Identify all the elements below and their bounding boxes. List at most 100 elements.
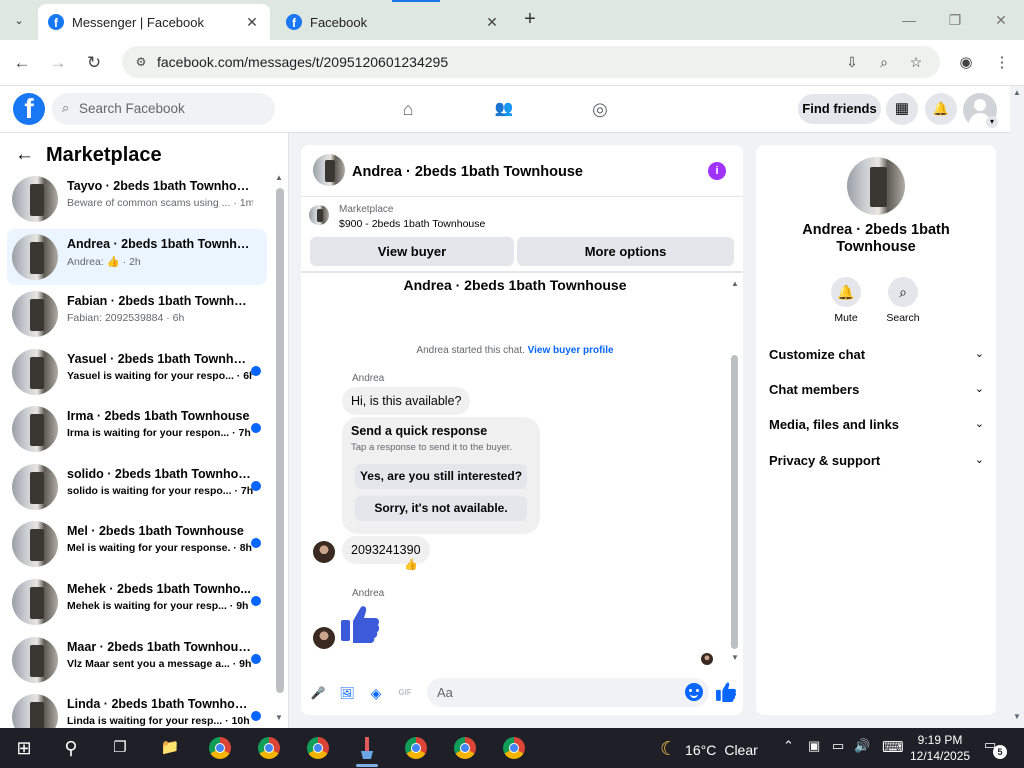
facebook-search-box[interactable]: ⌕ Search Facebook [52, 93, 275, 125]
tab-close-icon[interactable]: ✕ [484, 14, 500, 31]
mute-action[interactable]: 🔔 Mute [824, 277, 868, 324]
sender-avatar[interactable] [313, 627, 335, 649]
chrome-profile-icon[interactable] [307, 737, 329, 759]
conversation-item-selected[interactable]: Andrea · 2beds 1bath Townhouse Andrea: 👍… [7, 229, 267, 285]
view-buyer-button[interactable]: View buyer [310, 237, 514, 266]
profile-icon[interactable]: ◉ [955, 52, 977, 74]
meet-icon[interactable]: ▣ [808, 738, 820, 754]
quick-reply-interested-button[interactable]: Yes, are you still interested? [355, 464, 527, 489]
image-icon[interactable]: 🖼 [338, 684, 356, 702]
task-view-icon[interactable]: ❐ [107, 736, 133, 760]
tab-search-icon[interactable]: ⌄ [6, 8, 32, 32]
chat-title[interactable]: Andrea · 2beds 1bath Townhouse [352, 164, 583, 180]
thumbs-up-reaction-icon[interactable]: 👍 [404, 558, 418, 571]
chat-scrollbar[interactable] [731, 355, 738, 649]
sticker-icon[interactable]: ◈ [367, 684, 385, 702]
microphone-icon[interactable]: 🎤 [309, 684, 327, 702]
minimize-icon[interactable]: — [894, 8, 924, 32]
send-like-icon[interactable] [715, 681, 737, 703]
zoom-icon[interactable]: ⌕ [874, 52, 894, 72]
site-info-icon[interactable]: ⚙ [132, 53, 150, 71]
sender-avatar[interactable] [313, 541, 335, 563]
mute-bell-icon[interactable]: 🔔 [831, 277, 861, 307]
conversation-item[interactable]: Maar · 2beds 1bath Townhouse Vlz Maar se… [7, 632, 267, 688]
groups-icon[interactable]: ◎ [587, 96, 613, 122]
tab-messenger[interactable]: f Messenger | Facebook ✕ [38, 4, 270, 40]
chrome-profile-icon[interactable] [503, 737, 525, 759]
conversation-item[interactable]: Mehek · 2beds 1bath Townho... Mehek is w… [7, 574, 267, 630]
page-scrollbar[interactable]: ▲ ▼ [1010, 86, 1024, 728]
page-scroll-up-icon[interactable]: ▲ [1013, 88, 1021, 97]
new-tab-button[interactable]: + [518, 8, 542, 32]
page-scroll-down-icon[interactable]: ▼ [1013, 712, 1021, 721]
windows-start-icon[interactable]: ⊞ [11, 736, 37, 760]
chrome-profile-icon[interactable] [258, 737, 280, 759]
conversation-item[interactable]: solido · 2beds 1bath Townhouse solido is… [7, 459, 267, 515]
search-action[interactable]: ⌕ Search [881, 277, 925, 324]
restore-icon[interactable]: ❐ [940, 8, 970, 32]
chrome-profile-icon[interactable] [209, 737, 231, 759]
sidebar-scrollbar[interactable] [276, 188, 284, 693]
view-buyer-profile-link[interactable]: View buyer profile [528, 345, 614, 356]
gif-icon[interactable]: GIF [396, 684, 414, 702]
quick-reply-not-available-button[interactable]: Sorry, it's not available. [355, 496, 527, 521]
chat-scroll-down-icon[interactable]: ▼ [731, 653, 739, 662]
file-explorer-icon[interactable]: 📁 [157, 736, 183, 760]
chat-members-section[interactable]: Chat members ⌄ [769, 380, 984, 400]
conversation-item[interactable]: Fabian · 2beds 1bath Townhouse Fabian: 2… [7, 286, 267, 342]
chrome-profile-icon[interactable] [454, 737, 476, 759]
back-arrow-icon[interactable]: ← [15, 144, 34, 166]
bookmark-star-icon[interactable]: ☆ [906, 52, 926, 72]
tray-chevron-icon[interactable]: ⌃ [783, 738, 794, 754]
tab-facebook[interactable]: f Facebook ✕ [276, 4, 510, 40]
browser-menu-icon[interactable]: ⋮ [991, 52, 1013, 74]
menu-grid-icon[interactable]: ▦ [886, 93, 918, 125]
search-icon[interactable]: ⌕ [888, 277, 918, 307]
back-icon[interactable]: ← [9, 50, 35, 76]
friends-icon[interactable]: 👥 [491, 96, 517, 122]
more-options-button[interactable]: More options [517, 237, 734, 266]
info-icon[interactable]: i [708, 162, 726, 180]
media-files-links-section[interactable]: Media, files and links ⌄ [769, 415, 984, 435]
install-icon[interactable]: ⇩ [842, 52, 862, 72]
taskbar-search-icon[interactable]: ⚲ [58, 736, 84, 760]
customize-chat-section[interactable]: Customize chat ⌄ [769, 345, 984, 365]
facebook-logo-icon[interactable]: f [13, 93, 45, 125]
volume-icon[interactable]: 🔊 [854, 738, 870, 754]
forward-icon[interactable]: → [45, 50, 71, 76]
conversation-item[interactable]: Mel · 2beds 1bath Townhouse Mel is waiti… [7, 516, 267, 572]
network-icon[interactable]: ▭ [832, 738, 844, 754]
listing-price-title[interactable]: $900 - 2beds 1bath Townhouse [339, 218, 485, 230]
paint-app-icon[interactable] [356, 736, 378, 760]
search-icon: ⌕ [62, 100, 70, 115]
account-chevron-icon[interactable]: ▾ [986, 116, 998, 128]
notification-center-icon[interactable]: ▭ 5 [984, 737, 1007, 759]
chrome-profile-icon[interactable] [405, 737, 427, 759]
system-clock[interactable]: 9:19 PM 12/14/2025 [910, 732, 970, 764]
weather-widget[interactable]: ☾ 16°C Clear [660, 738, 758, 761]
message-input[interactable] [427, 678, 709, 707]
conversation-item[interactable]: Linda · 2beds 1bath Townhouse Linda is w… [7, 689, 267, 728]
sidebar-scroll-up-icon[interactable]: ▲ [275, 173, 283, 182]
chat-listing-thumbnail[interactable] [313, 154, 345, 186]
sidebar-scroll-down-icon[interactable]: ▼ [275, 713, 283, 722]
reload-icon[interactable]: ↻ [81, 50, 107, 76]
conversation-item[interactable]: Irma · 2beds 1bath Townhouse Irma is wai… [7, 401, 267, 457]
find-friends-button[interactable]: Find friends [798, 94, 881, 124]
window-close-icon[interactable]: ✕ [986, 8, 1016, 32]
conversation-item[interactable]: Tayvo · 2beds 1bath Townhouse Beware of … [7, 171, 267, 227]
emoji-icon[interactable] [685, 683, 703, 701]
listing-profile-thumbnail[interactable] [847, 157, 905, 215]
keyboard-icon[interactable]: ⌨ [882, 738, 904, 756]
chat-scroll-up-icon[interactable]: ▲ [731, 279, 739, 288]
home-icon[interactable]: ⌂ [395, 96, 421, 122]
search-placeholder[interactable]: Search Facebook [79, 101, 185, 116]
url-text[interactable]: facebook.com/messages/t/2095120601234295 [157, 54, 448, 70]
conversation-item[interactable]: Yasuel · 2beds 1bath Townhouse Yasuel is… [7, 344, 267, 400]
address-bar[interactable]: ⚙ facebook.com/messages/t/20951206012342… [122, 46, 940, 78]
message-bubble[interactable]: Hi, is this available? [342, 387, 471, 415]
thumbs-up-message-icon[interactable] [339, 603, 381, 645]
tab-close-icon[interactable]: ✕ [244, 14, 260, 31]
notifications-bell-icon[interactable]: 🔔 [925, 93, 957, 125]
privacy-support-section[interactable]: Privacy & support ⌄ [769, 451, 984, 471]
